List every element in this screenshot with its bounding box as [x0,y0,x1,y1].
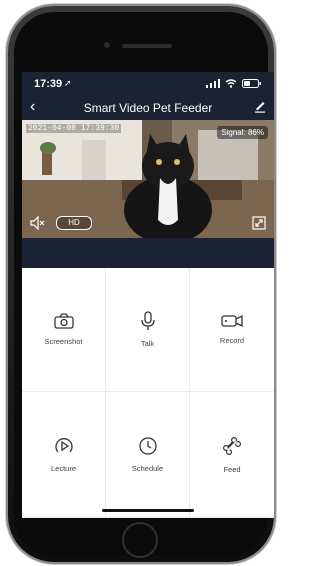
record-button[interactable]: Record [190,268,274,392]
status-time: 17:39 [34,78,63,90]
page-title: Smart Video Pet Feeder [83,101,213,115]
bone-icon [222,436,242,456]
nav-bar: ‹ Smart Video Pet Feeder [22,96,274,120]
status-icons [206,79,262,88]
video-controls-band [22,238,274,268]
screenshot-label: Screenshot [44,337,83,346]
cellular-signal-icon [206,79,220,88]
camera-icon [53,313,74,329]
schedule-label: Schedule [131,464,164,473]
home-button[interactable] [122,522,158,558]
app-screen: 17:39 ➚ ‹ Smart Video Pet Feeder 2021-04… [22,72,274,518]
schedule-button[interactable]: Schedule [106,392,190,518]
lecture-button[interactable]: Lecture [22,392,106,518]
signal-badge: Signal: 86% [217,126,268,139]
microphone-icon [140,311,155,330]
talk-label: Talk [140,339,155,348]
talk-button[interactable]: Talk [106,268,190,392]
lecture-label: Lecture [50,464,77,473]
edit-pencil-icon[interactable] [254,99,266,113]
battery-icon [242,79,261,88]
video-feed[interactable]: 2021-04-08 17:39:30 Signal: 86% HD [22,120,274,238]
video-timestamp: 2021-04-08 17:39:30 [26,124,122,133]
wifi-icon [225,79,237,88]
feed-label: Feed [223,465,241,474]
front-camera [104,42,110,48]
quality-toggle-button[interactable]: HD [56,216,92,230]
clock-icon [138,437,157,455]
location-arrow-icon: ➚ [64,78,72,88]
status-bar: 17:39 ➚ [22,72,274,96]
action-grid: Screenshot Talk Record Lecture Schedule … [22,268,274,518]
record-label: Record [219,336,245,345]
screenshot-button[interactable]: Screenshot [22,268,106,392]
fullscreen-icon[interactable] [252,216,266,230]
feed-button[interactable]: Feed [190,392,274,518]
play-circle-icon [54,438,73,453]
earpiece-speaker [122,44,172,48]
video-camera-icon [221,314,243,328]
home-indicator[interactable] [102,509,194,512]
speaker-mute-icon[interactable] [30,216,46,230]
